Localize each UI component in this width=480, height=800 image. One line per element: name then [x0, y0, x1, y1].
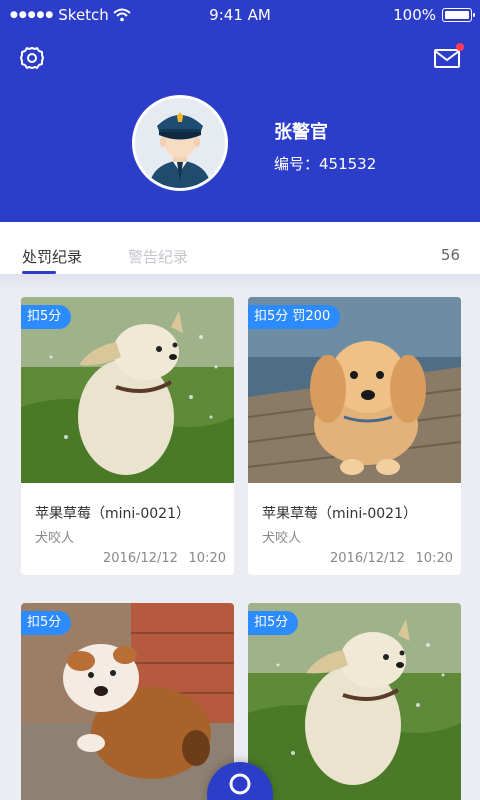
penalty-badge: 扣5分 — [21, 611, 72, 635]
gear-icon — [20, 47, 44, 69]
record-tabs: 处罚纪录 警告纪录 56 — [0, 222, 480, 274]
tabs-divider — [0, 274, 480, 292]
notification-dot — [456, 43, 464, 51]
profile-header: ●●●●● Sketch 9:41 AM 100% 张警官 编号：451532 — [0, 0, 480, 222]
record-date: 2016/12/12 — [103, 551, 178, 566]
tab-penalty-records[interactable]: 处罚纪录 — [22, 246, 82, 267]
record-count: 56 — [440, 246, 460, 264]
avatar[interactable] — [132, 95, 228, 191]
status-right: 100% — [393, 6, 475, 24]
record-card[interactable]: 扣5分 罚200 苹果草莓（mini-0021） 犬咬人 2016/12/12 … — [248, 297, 461, 575]
incident-type: 犬咬人 — [35, 531, 75, 546]
battery-percent: 100% — [393, 6, 436, 24]
battery-icon — [442, 8, 475, 22]
dog-name: 苹果草莓（mini-0021） — [35, 506, 190, 522]
user-id: 编号：451532 — [274, 155, 377, 173]
search-button[interactable] — [207, 762, 273, 800]
penalty-badge: 扣5分 罚200 — [248, 305, 341, 329]
incident-type: 犬咬人 — [262, 531, 302, 546]
user-name: 张警官 — [274, 122, 328, 143]
dog-photo: 扣5分 罚200 — [248, 297, 461, 483]
police-officer-avatar-icon — [135, 98, 225, 188]
status-bar: ●●●●● Sketch 9:41 AM 100% — [0, 0, 480, 30]
penalty-badge: 扣5分 — [248, 611, 299, 635]
mail-icon — [434, 49, 460, 68]
dog-name: 苹果草莓（mini-0021） — [262, 506, 417, 522]
settings-button[interactable] — [18, 44, 46, 72]
dog-photo: 扣5分 — [248, 603, 461, 800]
record-date: 2016/12/12 — [330, 551, 405, 566]
record-card[interactable]: 扣5分 — [248, 603, 461, 800]
messages-button[interactable] — [434, 43, 464, 70]
search-icon — [229, 773, 251, 795]
tab-warning-records[interactable]: 警告纪录 — [128, 246, 188, 267]
dog-photo: 扣5分 — [21, 603, 234, 800]
record-card[interactable]: 扣5分 — [21, 603, 234, 800]
dog-photo: 扣5分 — [21, 297, 234, 483]
penalty-badge: 扣5分 — [21, 305, 72, 329]
record-time: 10:20 — [188, 551, 226, 566]
record-card[interactable]: 扣5分 苹果草莓（mini-0021） 犬咬人 2016/12/12 10:20 — [21, 297, 234, 575]
record-time: 10:20 — [415, 551, 453, 566]
